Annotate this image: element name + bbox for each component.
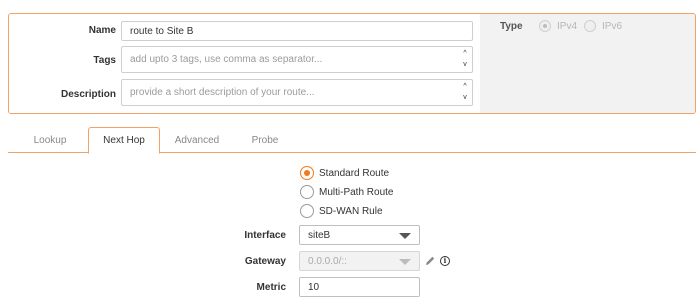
name-label: Name — [88, 25, 116, 36]
tags-input[interactable]: add upto 3 tags, use comma as separator.… — [121, 46, 473, 73]
name-input[interactable]: route to Site B — [121, 21, 473, 41]
gateway-select-value: 0.0.0.0/:: — [308, 255, 347, 267]
ipv4-label: IPv4 — [557, 21, 578, 32]
interface-select-value: siteB — [308, 229, 331, 241]
gateway-label: Gateway — [244, 256, 286, 267]
general-fields-area: Name route to Site B Tags add upto 3 tag… — [9, 14, 480, 113]
metric-input[interactable]: 10 — [299, 277, 420, 297]
tags-input-placeholder: add upto 3 tags, use comma as separator.… — [130, 54, 323, 65]
tags-scroller[interactable]: ^ v — [461, 50, 469, 69]
type-label: Type — [500, 21, 523, 32]
ipv4-radio[interactable] — [539, 20, 551, 32]
tab-lookup[interactable]: Lookup — [19, 127, 81, 153]
ipv6-label: IPv6 — [602, 21, 623, 32]
metric-label: Metric — [256, 282, 286, 293]
gateway-select[interactable]: 0.0.0.0/:: — [299, 251, 420, 271]
tab-advanced[interactable]: Advanced — [166, 127, 228, 153]
metric-input-value: 10 — [308, 281, 320, 293]
info-icon[interactable]: i — [440, 256, 450, 266]
sd-wan-rule-radio[interactable] — [300, 204, 314, 218]
tags-label: Tags — [93, 55, 116, 66]
pencil-icon[interactable] — [424, 255, 436, 267]
scroll-up-icon[interactable]: ^ — [463, 50, 466, 58]
standard-route-label: Standard Route — [319, 168, 390, 179]
scroll-down-icon[interactable]: v — [463, 94, 467, 102]
tab-probe[interactable]: Probe — [236, 127, 294, 153]
description-input[interactable]: provide a short description of your rout… — [121, 79, 473, 106]
description-input-placeholder: provide a short description of your rout… — [130, 87, 315, 98]
scroll-up-icon[interactable]: ^ — [463, 83, 466, 91]
interface-label: Interface — [244, 230, 286, 241]
description-scroller[interactable]: ^ v — [461, 83, 469, 102]
multi-path-route-radio[interactable] — [300, 185, 314, 199]
description-label: Description — [60, 89, 116, 100]
name-input-value: route to Site B — [130, 25, 194, 37]
interface-select[interactable]: siteB — [299, 225, 420, 245]
scroll-down-icon[interactable]: v — [463, 61, 467, 69]
chevron-down-icon — [399, 259, 411, 265]
chevron-down-icon — [399, 233, 411, 239]
route-tabs: Lookup Next Hop Advanced Probe — [8, 127, 696, 154]
multi-path-route-label: Multi-Path Route — [319, 187, 394, 198]
tab-next-hop[interactable]: Next Hop — [88, 127, 160, 154]
standard-route-radio[interactable] — [300, 166, 314, 180]
ipv6-radio[interactable] — [584, 20, 596, 32]
sd-wan-rule-label: SD-WAN Rule — [319, 206, 383, 217]
